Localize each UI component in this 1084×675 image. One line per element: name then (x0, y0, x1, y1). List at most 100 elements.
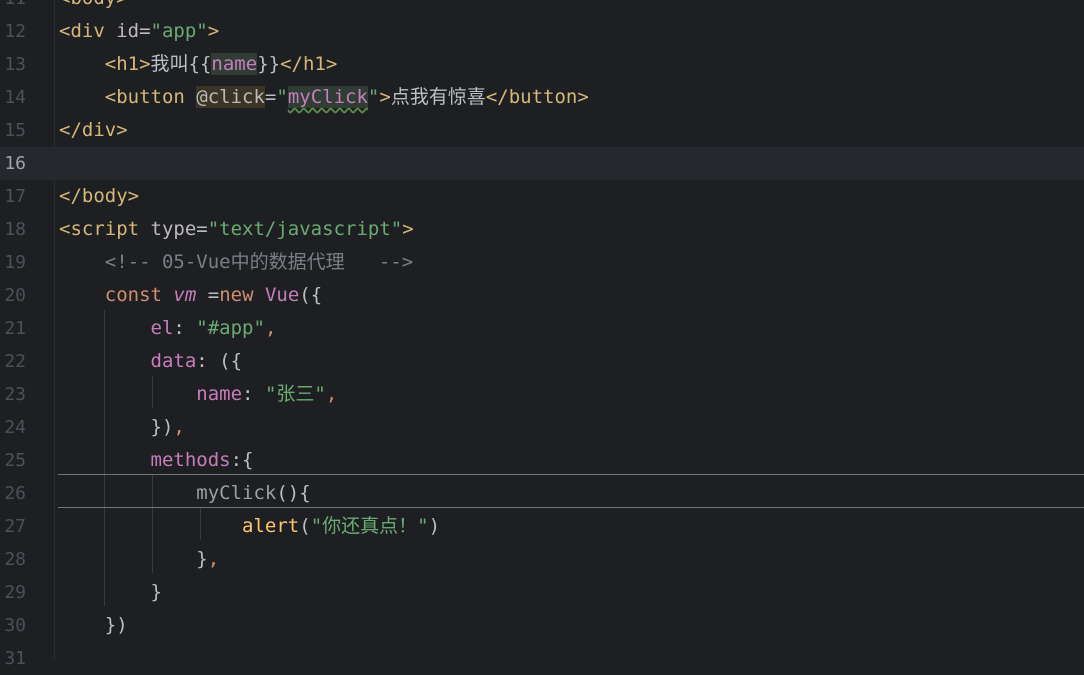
code-line[interactable]: 26 myClick(){ (0, 477, 1084, 510)
code-text: } (59, 576, 162, 609)
line-number: 26 (4, 483, 26, 504)
code-token: " (276, 86, 288, 108)
code-token: name (196, 383, 243, 405)
code-token: myClick (287, 86, 368, 108)
line-number: 24 (4, 417, 26, 438)
code-token: <h1> (104, 53, 151, 75)
code-text: }) (59, 609, 128, 642)
code-line[interactable]: 25 methods:{ (0, 444, 1084, 477)
code-token: methods (150, 449, 231, 471)
code-line[interactable]: 16 (0, 147, 1084, 180)
code-line[interactable]: 14 <button @click="myClick">点我有惊喜</butto… (0, 81, 1084, 114)
code-token: : (242, 383, 265, 405)
code-line[interactable]: 28 }, (0, 543, 1084, 576)
code-editor[interactable]: 11<body>12<div id="app">13 <h1>我叫{{name}… (0, 0, 1084, 669)
code-text: name: "张三", (59, 378, 337, 411)
code-line[interactable]: 31 (0, 642, 1084, 675)
code-line[interactable]: 11 <body> (0, 0, 1084, 15)
code-token: 我叫{{ (150, 53, 212, 75)
code-token: "app" (150, 20, 208, 42)
code-text: myClick(){ (59, 477, 310, 510)
code-line[interactable]: 30 }) (0, 609, 1084, 642)
code-token: , (264, 317, 277, 339)
code-text: methods:{ (59, 444, 254, 477)
code-token: alert (242, 515, 300, 537)
code-token: </body> (59, 185, 140, 207)
line-number: 25 (4, 450, 26, 471)
code-token: type (150, 218, 197, 240)
code-text: }, (59, 543, 219, 576)
code-line[interactable]: 15 </div> (0, 114, 1084, 147)
code-token: } (150, 581, 162, 603)
code-line[interactable]: 18 <script type="text/javascript"> (0, 213, 1084, 246)
indent-guide (200, 508, 201, 540)
code-token: </button> (485, 86, 589, 108)
code-token: <script (59, 218, 151, 240)
code-token: }) (104, 614, 128, 636)
code-line[interactable]: 19 <!-- 05-Vue中的数据代理 --> (0, 246, 1084, 279)
code-token: ( (299, 515, 311, 537)
code-token: <div (59, 20, 117, 42)
code-token: data (150, 350, 197, 372)
code-token: myClick (196, 482, 277, 504)
line-number: 29 (4, 582, 26, 603)
code-token: el (150, 317, 174, 339)
code-text: }), (59, 411, 185, 444)
code-text: data: ({ (59, 345, 243, 378)
code-token: = (196, 284, 220, 306)
code-text: <div id="app"> (59, 15, 219, 48)
line-number: 17 (4, 186, 26, 207)
code-line[interactable]: 27 alert("你还真点！") (0, 510, 1084, 543)
line-number: 12 (4, 21, 26, 42)
code-token: = (139, 20, 151, 42)
line-number: 31 (4, 648, 26, 669)
indent-guide (104, 310, 105, 606)
code-line[interactable]: 23 name: "张三", (0, 378, 1084, 411)
code-line[interactable]: 20 const vm =new Vue({ (0, 279, 1084, 312)
line-number: 20 (4, 285, 26, 306)
code-line[interactable]: 17 </body> (0, 180, 1084, 213)
code-line[interactable]: 24 }), (0, 411, 1084, 444)
code-token: 点我有惊喜 (390, 86, 486, 108)
line-number: 30 (4, 615, 26, 636)
line-number: 11 (0, 0, 26, 15)
code-token: }) (150, 416, 174, 438)
code-token: , (207, 548, 220, 570)
code-token: "张三" (264, 383, 326, 405)
indent-guide (152, 474, 153, 573)
code-text: </div> (59, 114, 128, 147)
code-token: : ({ (196, 350, 243, 372)
block-highlight-border (58, 474, 1084, 475)
code-text: <button @click="myClick">点我有惊喜</button> (59, 81, 589, 114)
line-number: 22 (4, 351, 26, 372)
code-token: > (402, 218, 414, 240)
code-token: }} (257, 53, 281, 75)
code-line[interactable]: 21 el: "#app", (0, 312, 1084, 345)
code-line[interactable]: 12 <div id="app"> (0, 15, 1084, 48)
code-line[interactable]: 29 } (0, 576, 1084, 609)
block-highlight-border (58, 507, 1084, 508)
code-token: const (104, 284, 174, 306)
code-token: <body> (59, 0, 128, 9)
code-token: id (116, 20, 140, 42)
code-token: > (379, 86, 391, 108)
code-line[interactable]: 13 <h1>我叫{{name}}</h1> (0, 48, 1084, 81)
line-number: 19 (4, 252, 26, 273)
code-token: > (207, 20, 220, 42)
code-line[interactable]: 22 data: ({ (0, 345, 1084, 378)
code-token: " (367, 86, 380, 108)
code-token: ) (428, 515, 441, 537)
code-text: <!-- 05-Vue中的数据代理 --> (59, 246, 413, 279)
code-token: , (173, 416, 185, 438)
code-token: </div> (59, 119, 128, 141)
line-number: 16 (4, 153, 26, 174)
line-number: 15 (4, 120, 26, 141)
code-token: Vue (264, 284, 300, 306)
code-token: </h1> (280, 53, 338, 75)
code-token: :{ (230, 449, 254, 471)
